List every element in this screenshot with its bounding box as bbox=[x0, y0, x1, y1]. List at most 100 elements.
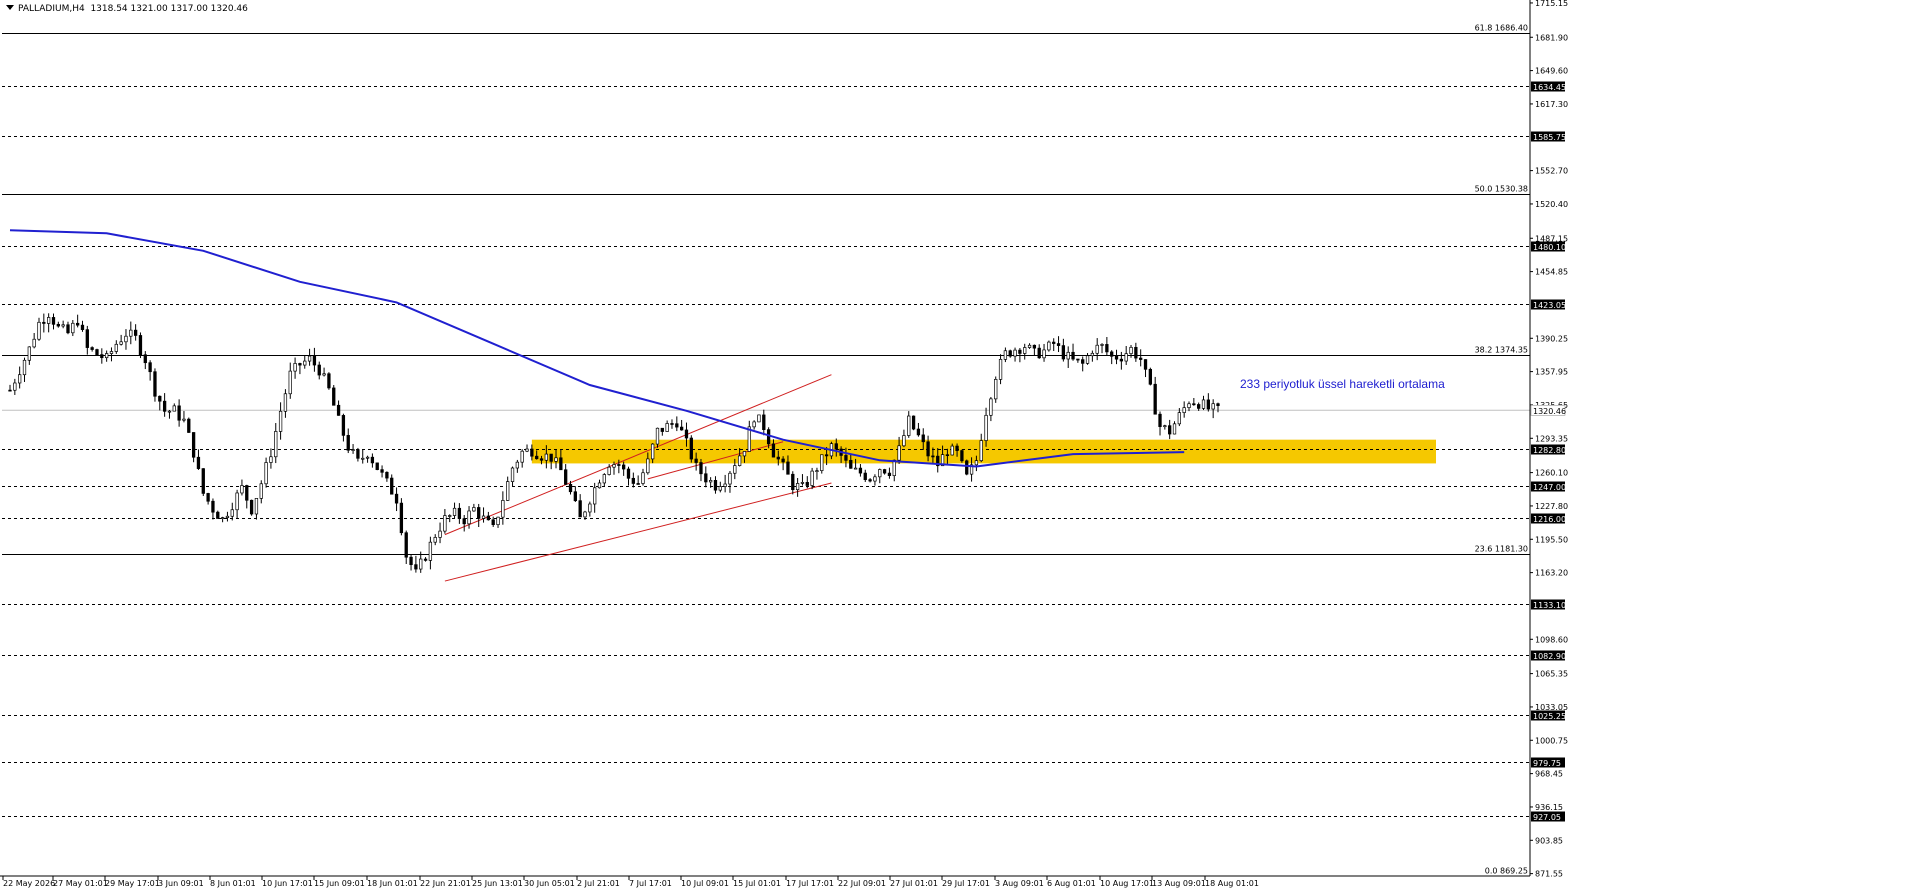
candle-body bbox=[201, 468, 205, 494]
candle-body bbox=[307, 355, 312, 362]
candle-body bbox=[443, 515, 447, 532]
price-tick-label: 1617.30 bbox=[1535, 100, 1568, 109]
candle-body bbox=[858, 467, 863, 474]
candle-body bbox=[365, 456, 370, 459]
time-tick-label: 22 May 2026 bbox=[3, 879, 55, 888]
candle-body bbox=[1216, 403, 1220, 406]
candle-body bbox=[332, 387, 336, 406]
candle-body bbox=[1119, 358, 1124, 362]
candle-body bbox=[994, 379, 998, 400]
price-tick-label: 1390.25 bbox=[1535, 334, 1568, 343]
level-price-label: 1282.80 bbox=[1533, 446, 1566, 455]
candle-body bbox=[617, 464, 621, 466]
candle-body bbox=[283, 393, 288, 412]
candle-body bbox=[1076, 358, 1080, 361]
candle-body bbox=[356, 449, 360, 459]
time-tick-label: 17 Jul 17:01 bbox=[786, 879, 834, 888]
chart-area[interactable]: 61.8 1686.40 50.0 1530.38 38.2 1374.35 23.6… bbox=[0, 0, 1916, 888]
level-price-label: 1025.25 bbox=[1533, 712, 1566, 721]
candle-body bbox=[882, 469, 887, 474]
candle-body bbox=[66, 324, 70, 334]
candle-body bbox=[728, 472, 732, 485]
time-tick-label: 10 Jul 09:01 bbox=[681, 879, 729, 888]
candle-body bbox=[80, 324, 85, 330]
candle-body bbox=[133, 329, 138, 336]
time-tick-label: 10 Jun 17:01 bbox=[262, 879, 313, 888]
candle-body bbox=[457, 507, 462, 519]
candle-body bbox=[327, 373, 331, 389]
candle-body bbox=[254, 498, 259, 515]
candle-body bbox=[433, 537, 437, 543]
symbol-label: PALLADIUM,H4 bbox=[18, 4, 85, 14]
fibonacci-label: 50.0 1530.38 bbox=[1475, 185, 1528, 194]
candle-body bbox=[235, 492, 239, 511]
candle-body bbox=[167, 410, 172, 413]
candle-body bbox=[549, 453, 553, 462]
time-tick-label: 15 Jun 09:01 bbox=[314, 879, 365, 888]
candle-body bbox=[346, 435, 350, 451]
level-price-label: 1082.90 bbox=[1533, 652, 1566, 661]
candle-body bbox=[1085, 355, 1090, 364]
candle-body bbox=[897, 445, 901, 461]
candle-body bbox=[187, 418, 191, 433]
time-tick-label: 18 Aug 01:01 bbox=[1205, 879, 1259, 888]
price-tick-label: 1552.70 bbox=[1535, 167, 1568, 176]
candle-body bbox=[1187, 403, 1191, 409]
candle-body bbox=[390, 477, 394, 495]
candle-body bbox=[423, 558, 428, 561]
price-tick-label: 1715.15 bbox=[1535, 0, 1568, 8]
candle-body bbox=[264, 462, 268, 485]
candle-body bbox=[853, 467, 858, 470]
candle-body bbox=[583, 511, 587, 518]
time-tick-label: 8 Jun 01:01 bbox=[210, 879, 256, 888]
candle-body bbox=[472, 507, 476, 512]
candle-body bbox=[887, 472, 892, 477]
candle-body bbox=[182, 418, 186, 421]
candle-body bbox=[679, 426, 684, 431]
price-tick-label: 1195.50 bbox=[1535, 535, 1568, 544]
candle-body bbox=[573, 491, 577, 502]
candle-body bbox=[158, 395, 162, 402]
candle-body bbox=[1047, 341, 1051, 351]
candle-body bbox=[1134, 346, 1138, 359]
time-tick-label: 6 Aug 01:01 bbox=[1047, 879, 1096, 888]
candle-body bbox=[414, 564, 418, 570]
ema-annotation: 233 periyotluk üssel hareketli ortalama bbox=[1240, 377, 1445, 391]
candle-body bbox=[771, 443, 776, 458]
candle-body bbox=[1143, 359, 1148, 370]
candle-body bbox=[989, 398, 993, 416]
candle-body bbox=[602, 474, 606, 484]
candle-body bbox=[61, 324, 65, 327]
dropdown-triangle-icon[interactable] bbox=[6, 5, 14, 10]
price-tick-label: 1520.40 bbox=[1535, 200, 1568, 209]
candle-body bbox=[138, 335, 143, 356]
candle-body bbox=[651, 443, 655, 460]
candle-body bbox=[916, 428, 921, 436]
ema-233-line bbox=[9, 229, 1185, 468]
price-tick-label: 968.45 bbox=[1535, 770, 1563, 779]
candle-body bbox=[795, 483, 800, 491]
candle-body bbox=[496, 516, 500, 526]
candle-body bbox=[921, 434, 925, 443]
candle-body bbox=[1052, 341, 1056, 344]
candle-body bbox=[13, 382, 17, 391]
candle-body bbox=[1032, 344, 1037, 349]
time-tick-label: 13 Aug 09:01 bbox=[1152, 879, 1206, 888]
time-tick-label: 29 Jul 17:01 bbox=[942, 879, 990, 888]
candle-body bbox=[718, 486, 722, 491]
candle-body bbox=[824, 454, 829, 457]
price-tick-label: 1227.80 bbox=[1535, 502, 1568, 511]
candle-body bbox=[1110, 351, 1114, 357]
price-chart[interactable]: 61.8 1686.40 50.0 1530.38 38.2 1374.35 23.6… bbox=[0, 0, 1916, 888]
candle-body bbox=[684, 429, 689, 439]
candle-body bbox=[370, 456, 375, 464]
time-tick-label: 22 Jul 09:01 bbox=[838, 879, 886, 888]
candle-body bbox=[998, 359, 1003, 380]
candle-body bbox=[109, 351, 114, 354]
candle-body bbox=[950, 445, 954, 456]
candle-body bbox=[907, 415, 911, 436]
candle-body bbox=[51, 317, 56, 325]
candle-body bbox=[520, 450, 524, 463]
candle-body bbox=[1139, 357, 1143, 360]
symbol-header: PALLADIUM,H4 1318.54 1321.00 1317.00 132… bbox=[6, 4, 248, 14]
